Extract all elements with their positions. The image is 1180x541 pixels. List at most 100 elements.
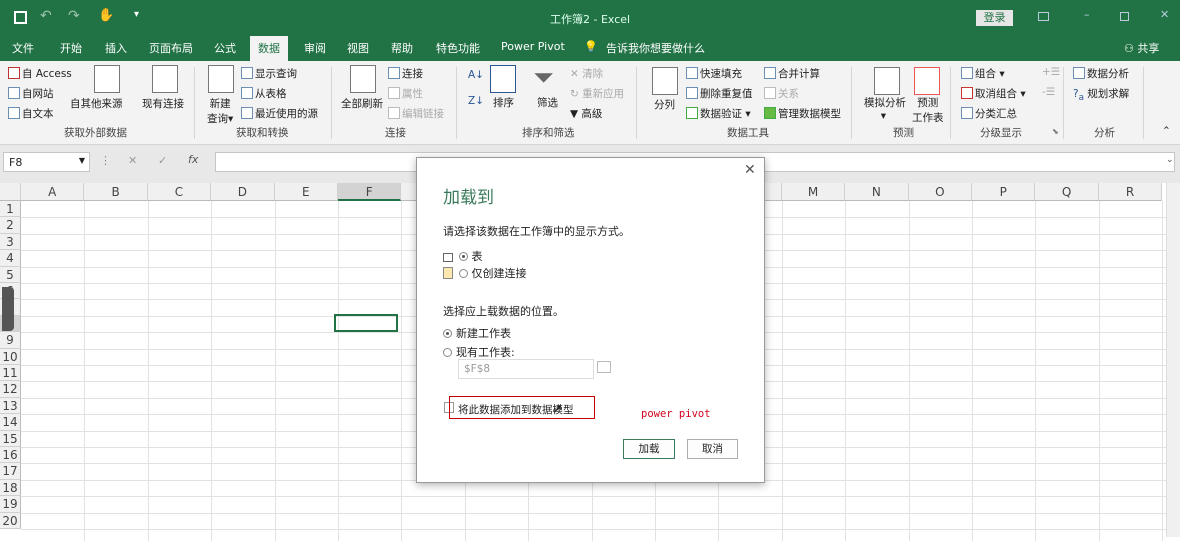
tab-page-layout[interactable]: 页面布局	[149, 40, 193, 56]
row-header-13[interactable]: 13	[0, 397, 21, 415]
from-table-button[interactable]: 从表格	[241, 86, 287, 101]
column-header-Q[interactable]: Q	[1035, 183, 1099, 201]
sort-descending-icon[interactable]: Z↓	[468, 95, 484, 107]
column-header-M[interactable]: M	[781, 183, 846, 201]
properties-button[interactable]: 属性	[388, 86, 423, 101]
column-header-N[interactable]: N	[845, 183, 909, 201]
tab-special[interactable]: 特色功能	[436, 40, 480, 56]
row-header-14[interactable]: 14	[0, 414, 21, 431]
column-header-O[interactable]: O	[908, 183, 972, 201]
tab-review[interactable]: 审阅	[304, 40, 326, 56]
text-to-columns-button[interactable]: 分列	[654, 97, 675, 112]
column-header-C[interactable]: C	[147, 183, 212, 201]
name-box[interactable]: F8 ▼	[3, 152, 90, 172]
from-access-button[interactable]: 自 Access	[8, 66, 72, 81]
enter-icon[interactable]: ✓	[158, 154, 167, 167]
sheet-scroll-tab[interactable]	[2, 287, 14, 331]
save-icon[interactable]	[14, 11, 27, 24]
close-icon[interactable]: ✕	[1160, 8, 1169, 21]
login-button[interactable]: 登录	[976, 10, 1013, 26]
ungroup-button[interactable]: 取消组合 ▾	[961, 86, 1026, 101]
tab-formulas[interactable]: 公式	[214, 40, 236, 56]
from-text-button[interactable]: 自文本	[8, 106, 54, 121]
from-web-button[interactable]: 自网站	[8, 86, 54, 101]
tab-home[interactable]: 开始	[60, 40, 82, 56]
row-header-18[interactable]: 18	[0, 479, 21, 497]
row-header-10[interactable]: 10	[0, 348, 21, 365]
touch-mode-icon[interactable]: ✋	[98, 8, 114, 23]
relationships-button[interactable]: 关系	[764, 86, 799, 101]
location-input[interactable]: $F$8	[458, 359, 594, 379]
tab-help[interactable]: 帮助	[391, 40, 413, 56]
column-header-A[interactable]: A	[21, 183, 85, 201]
edit-links-button[interactable]: 编辑链接	[388, 106, 444, 121]
existing-sheet-radio[interactable]	[443, 348, 452, 357]
column-header-D[interactable]: D	[211, 183, 275, 201]
row-header-1[interactable]: 1	[0, 201, 21, 218]
restore-icon[interactable]	[1120, 12, 1129, 21]
group-button[interactable]: 组合 ▾	[961, 66, 1005, 81]
sort-button[interactable]: 排序	[493, 95, 514, 110]
filter-button[interactable]: 筛选	[537, 95, 558, 110]
show-detail-icon[interactable]: +☰	[1042, 66, 1060, 78]
tell-me-search[interactable]: 告诉我你想要做什么	[606, 40, 705, 56]
undo-icon[interactable]: ↶	[40, 8, 52, 24]
new-query-button[interactable]: 新建 查询▾	[207, 96, 233, 126]
remove-duplicates-button[interactable]: 删除重复值	[686, 86, 753, 101]
cancel-icon[interactable]: ✕	[128, 154, 137, 167]
share-button[interactable]: ⚇ 共享	[1124, 40, 1159, 56]
clear-button[interactable]: ✕ 清除	[570, 66, 603, 81]
recent-sources-button[interactable]: 最近使用的源	[241, 106, 318, 121]
row-header-15[interactable]: 15	[0, 430, 21, 447]
subtotal-button[interactable]: 分类汇总	[961, 106, 1017, 121]
show-queries-button[interactable]: 显示查询	[241, 66, 297, 81]
column-header-F[interactable]: F	[338, 183, 402, 201]
collapse-ribbon-icon[interactable]: ⌃	[1162, 125, 1171, 137]
row-header-12[interactable]: 12	[0, 381, 21, 398]
load-button[interactable]: 加载	[623, 439, 675, 459]
existing-connections-button[interactable]: 现有连接	[142, 96, 184, 111]
outline-dialog-launcher-icon[interactable]: ⬊	[1052, 127, 1059, 136]
column-header-R[interactable]: R	[1098, 183, 1163, 201]
expand-formula-icon[interactable]: ⌄	[1166, 155, 1174, 165]
row-header-16[interactable]: 16	[0, 447, 21, 464]
column-header-P[interactable]: P	[972, 183, 1036, 201]
customize-qat-icon[interactable]: ▾	[134, 9, 139, 20]
manage-data-model-button[interactable]: 管理数据模型	[764, 106, 841, 121]
tab-data[interactable]: 数据	[250, 36, 288, 61]
vertical-scrollbar[interactable]	[1166, 183, 1180, 537]
data-validation-button[interactable]: 数据验证 ▾	[686, 106, 751, 121]
insert-function-icon[interactable]: fx	[188, 153, 198, 166]
tab-view[interactable]: 视图	[347, 40, 369, 56]
tab-file[interactable]: 文件	[12, 40, 34, 56]
redo-icon[interactable]: ↷	[68, 8, 80, 24]
column-header-E[interactable]: E	[274, 183, 338, 201]
advanced-button[interactable]: ▼ 高级	[570, 106, 602, 121]
ribbon-display-icon[interactable]	[1038, 12, 1049, 21]
cancel-button[interactable]: 取消	[687, 439, 738, 459]
close-dialog-icon[interactable]: ✕	[744, 162, 756, 178]
from-other-sources-button[interactable]: 自其他来源	[70, 96, 123, 111]
row-header-2[interactable]: 2	[0, 217, 21, 234]
row-header-9[interactable]: 9	[0, 332, 21, 349]
row-header-3[interactable]: 3	[0, 233, 21, 251]
connections-button[interactable]: 连接	[388, 66, 423, 81]
what-if-analysis-button[interactable]: 模拟分析 ▾	[864, 95, 906, 122]
range-picker-icon[interactable]	[597, 361, 611, 373]
select-all-corner[interactable]	[0, 183, 21, 201]
connection-only-radio[interactable]	[458, 269, 468, 278]
row-header-4[interactable]: 4	[0, 250, 21, 267]
existing-sheet-option[interactable]: 现有工作表:	[443, 344, 515, 360]
table-option[interactable]: 表	[443, 248, 483, 264]
consolidate-button[interactable]: 合并计算	[764, 66, 820, 81]
data-analysis-button[interactable]: 数据分析	[1073, 66, 1129, 81]
selected-cell-F8[interactable]	[334, 314, 398, 332]
row-header-17[interactable]: 17	[0, 463, 21, 480]
tab-power-pivot[interactable]: Power Pivot	[501, 40, 565, 53]
forecast-sheet-button[interactable]: 预测 工作表	[912, 95, 944, 125]
row-header-19[interactable]: 19	[0, 496, 21, 513]
flash-fill-button[interactable]: 快速填充	[686, 66, 742, 81]
solver-button[interactable]: ?a 规划求解	[1073, 86, 1129, 103]
sort-ascending-icon[interactable]: A↓	[468, 69, 484, 81]
hide-detail-icon[interactable]: -☰	[1042, 86, 1055, 98]
